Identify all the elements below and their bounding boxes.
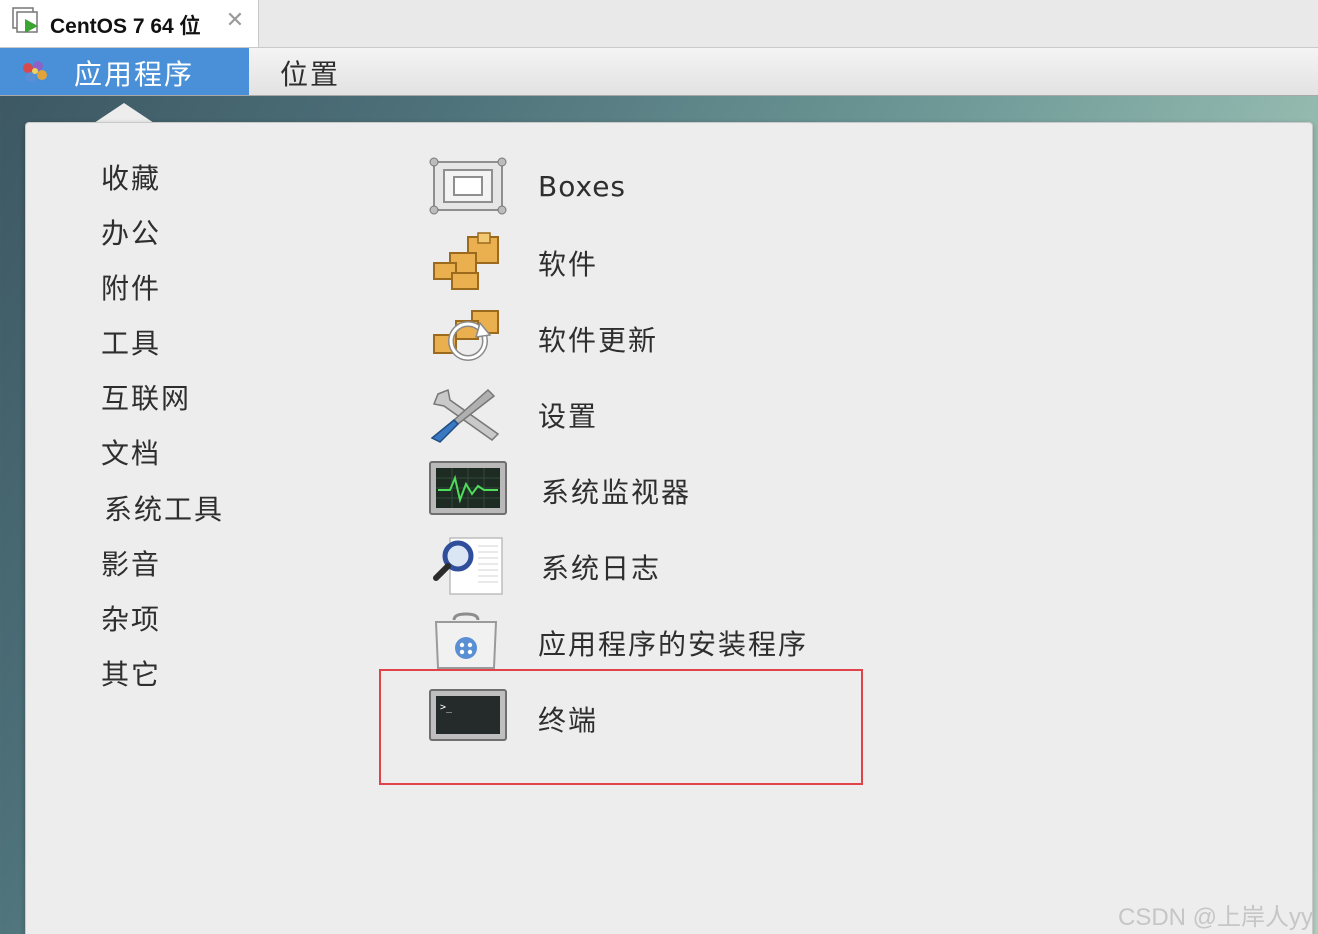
category-system-tools[interactable]: 系统工具: [104, 488, 224, 528]
app-label: 系统日志: [541, 552, 662, 585]
category-sundry[interactable]: 杂项: [101, 598, 161, 638]
vm-tab-bar: CentOS 7 64 位 ✕: [0, 0, 1318, 48]
terminal-highlight-box: [379, 669, 863, 785]
category-internet[interactable]: 互联网: [101, 377, 191, 417]
category-office[interactable]: 办公: [101, 212, 161, 252]
vm-tab[interactable]: CentOS 7 64 位 ✕: [0, 0, 259, 47]
app-label: 软件更新: [538, 324, 659, 357]
gnome-foot-icon: [23, 61, 47, 82]
watermark: CSDN @上岸人yy: [1118, 904, 1314, 931]
applications-popup: [25, 122, 1313, 934]
app-label: 应用程序的安装程序: [538, 628, 809, 661]
top-panel: 应用程序 位置: [0, 48, 1318, 96]
category-other[interactable]: 其它: [101, 653, 161, 693]
app-installer-icon: [434, 612, 498, 669]
app-label: 软件: [538, 248, 599, 281]
app-label: Boxes: [538, 170, 627, 203]
places-menu-button[interactable]: 位置: [280, 53, 340, 93]
system-log-icon: [433, 537, 503, 595]
boxes-icon: [429, 157, 507, 215]
settings-icon: [430, 388, 500, 443]
category-favorites[interactable]: 收藏: [101, 157, 161, 197]
category-accessories[interactable]: 附件: [101, 267, 161, 307]
applications-menu-label: 应用程序: [74, 58, 195, 91]
software-icon: [433, 232, 499, 290]
system-monitor-icon: [429, 461, 507, 515]
app-label: 系统监视器: [541, 476, 692, 509]
popup-arrow: [94, 103, 154, 123]
vm-icon: [12, 7, 38, 33]
software-update-icon: [433, 310, 499, 361]
category-sound-video[interactable]: 影音: [101, 543, 161, 583]
applications-menu-button[interactable]: 应用程序: [0, 48, 249, 95]
vm-tab-title: CentOS 7 64 位: [50, 15, 201, 38]
close-icon[interactable]: ✕: [224, 10, 246, 32]
app-label: 设置: [538, 400, 599, 433]
category-documents[interactable]: 文档: [101, 432, 161, 472]
category-utilities[interactable]: 工具: [101, 322, 161, 362]
